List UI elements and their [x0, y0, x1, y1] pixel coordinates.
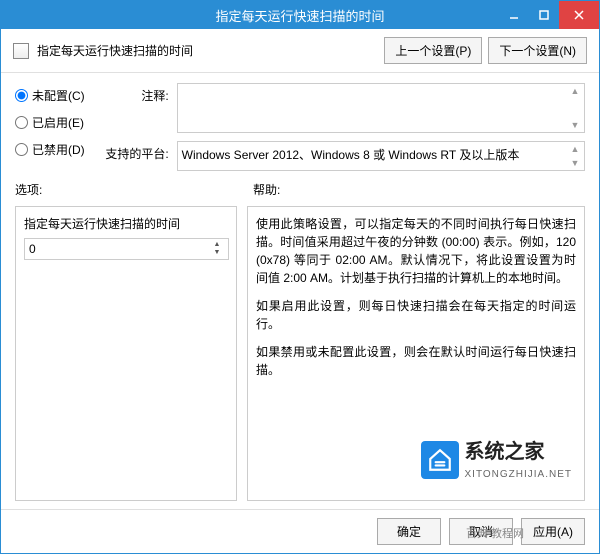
time-value: 0 — [29, 242, 36, 256]
config-area: 未配置(C) 已启用(E) 已禁用(D) 注释: ▲▼ 支持的平台: — [1, 73, 599, 177]
minimize-button[interactable] — [499, 1, 529, 29]
radio-disabled-label: 已禁用(D) — [32, 141, 85, 158]
cancel-button[interactable]: 取消 — [449, 518, 513, 545]
radio-disabled[interactable]: 已禁用(D) — [15, 141, 85, 158]
radio-enabled-input[interactable] — [15, 116, 28, 129]
section-labels: 选项: 帮助: — [1, 177, 599, 202]
header-title: 指定每天运行快速扫描的时间 — [37, 42, 376, 59]
radio-disabled-input[interactable] — [15, 143, 28, 156]
fields-column: 注释: ▲▼ 支持的平台: Windows Server 2012、Window… — [101, 83, 585, 171]
comment-row: 注释: ▲▼ — [101, 83, 585, 133]
comment-label: 注释: — [101, 83, 169, 104]
watermark-house-icon — [421, 441, 459, 479]
help-panel: 使用此策略设置，可以指定每天的不同时间执行每日快速扫描。时间值采用超过午夜的分钟… — [247, 206, 585, 501]
spin-down-button[interactable]: ▼ — [210, 249, 224, 257]
options-panel: 指定每天运行快速扫描的时间 0 ▲ ▼ — [15, 206, 237, 501]
scroll-icon: ▲▼ — [568, 86, 582, 130]
help-label: 帮助: — [253, 181, 585, 198]
spinner: ▲ ▼ — [210, 241, 224, 257]
watermark-title: 系统之家 — [465, 437, 573, 467]
watermark-subtitle: XITONGZHIJIA.NET — [465, 467, 573, 482]
radio-enabled-label: 已启用(E) — [32, 114, 84, 131]
radio-enabled[interactable]: 已启用(E) — [15, 114, 85, 131]
window-controls — [499, 1, 599, 29]
main-area: 指定每天运行快速扫描的时间 0 ▲ ▼ 使用此策略设置，可以指定每天的不同时间执… — [1, 202, 599, 509]
titlebar: 指定每天运行快速扫描的时间 — [1, 1, 599, 29]
footer: 确定 取消 应用(A) — [1, 509, 599, 553]
prev-setting-button[interactable]: 上一个设置(P) — [384, 37, 482, 64]
option-field-label: 指定每天运行快速扫描的时间 — [24, 215, 228, 232]
watermark: 系统之家 XITONGZHIJIA.NET — [421, 437, 573, 482]
radio-not-configured-input[interactable] — [15, 89, 28, 102]
platform-value: Windows Server 2012、Windows 8 或 Windows … — [182, 148, 520, 162]
radio-not-configured-label: 未配置(C) — [32, 87, 85, 104]
help-paragraph-3: 如果禁用或未配置此设置，则会在默认时间运行每日快速扫描。 — [256, 343, 576, 379]
maximize-button[interactable] — [529, 1, 559, 29]
platform-box: Windows Server 2012、Windows 8 或 Windows … — [177, 141, 585, 171]
help-paragraph-1: 使用此策略设置，可以指定每天的不同时间执行每日快速扫描。时间值采用超过午夜的分钟… — [256, 215, 576, 287]
ok-button[interactable]: 确定 — [377, 518, 441, 545]
watermark-text: 系统之家 XITONGZHIJIA.NET — [465, 437, 573, 482]
close-button[interactable] — [559, 1, 599, 29]
radio-not-configured[interactable]: 未配置(C) — [15, 87, 85, 104]
help-paragraph-2: 如果启用此设置，则每日快速扫描会在每天指定的时间运行。 — [256, 297, 576, 333]
comment-textarea[interactable]: ▲▼ — [177, 83, 585, 133]
header-row: 指定每天运行快速扫描的时间 上一个设置(P) 下一个设置(N) — [1, 29, 599, 73]
options-label: 选项: — [15, 181, 237, 198]
policy-icon — [13, 43, 29, 59]
time-value-input[interactable]: 0 ▲ ▼ — [24, 238, 229, 260]
nav-buttons: 上一个设置(P) 下一个设置(N) — [384, 37, 587, 64]
spin-up-button[interactable]: ▲ — [210, 241, 224, 249]
scroll-icon: ▲▼ — [568, 144, 582, 168]
dialog-window: 指定每天运行快速扫描的时间 指定每天运行快速扫描的时间 上一个设置(P) 下一个… — [0, 0, 600, 554]
state-radio-group: 未配置(C) 已启用(E) 已禁用(D) — [15, 83, 85, 171]
next-setting-button[interactable]: 下一个设置(N) — [488, 37, 587, 64]
apply-button[interactable]: 应用(A) — [521, 518, 585, 545]
platform-label: 支持的平台: — [101, 141, 169, 162]
platform-row: 支持的平台: Windows Server 2012、Windows 8 或 W… — [101, 141, 585, 171]
